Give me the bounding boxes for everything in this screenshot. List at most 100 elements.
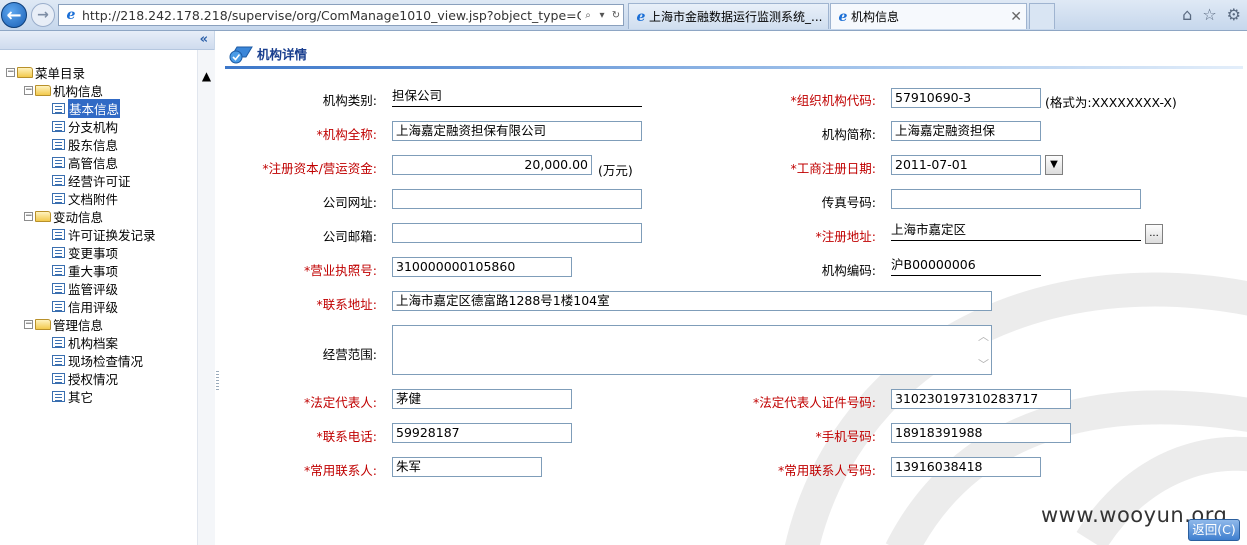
folder-icon <box>35 210 51 222</box>
browse-address-button[interactable]: ... <box>1145 224 1163 244</box>
page-icon <box>52 174 65 186</box>
org-code-field[interactable]: 57910690-3 <box>891 88 1041 108</box>
main-panel: 机构详情 机构类别: 担保公司 *组织机构代码: 57910690-3 (格式为… <box>221 31 1247 545</box>
org-type-value: 担保公司 <box>392 87 642 107</box>
short-name-field[interactable]: 上海嘉定融资担保 <box>891 121 1041 141</box>
sidebar-menu-item[interactable]: 重大事项 <box>6 261 156 279</box>
mobile-field[interactable]: 18918391988 <box>891 423 1071 443</box>
sidebar-menu-item[interactable]: 文档附件 <box>6 189 156 207</box>
ie-tab-icon: e <box>838 8 848 25</box>
capital-unit: (万元) <box>598 163 633 178</box>
page-icon <box>52 246 65 258</box>
sidebar-menu-item[interactable]: 分支机构 <box>6 117 156 135</box>
collapse-toggle-icon[interactable]: − <box>24 211 33 221</box>
tree-root[interactable]: − 菜单目录 <box>6 63 156 81</box>
date-picker-button[interactable]: ▼ <box>1045 155 1063 175</box>
sidebar-scrollbar[interactable]: ▲ <box>197 50 215 545</box>
website-field[interactable] <box>392 189 642 209</box>
page-icon <box>52 102 65 114</box>
header-underline <box>225 66 1243 69</box>
phone-field[interactable]: 59928187 <box>392 423 572 443</box>
contact-phone-label: *常用联系人号码: <box>778 463 876 478</box>
collapse-toggle-icon[interactable]: − <box>6 67 15 77</box>
sidebar-menu-item-label: 其它 <box>68 389 94 405</box>
tree-group-label: 机构信息 <box>53 83 104 99</box>
capital-field[interactable]: 20,000.00 <box>392 155 592 175</box>
menu-tree: − 菜单目录 − 机构信息 基本信息 分支机构 股东信息 高管信息 经营许可证 文档附件 − 变动… <box>6 63 156 405</box>
license-no-field[interactable]: 310000000105860 <box>392 257 572 277</box>
collapse-toggle-icon[interactable]: − <box>24 85 33 95</box>
gear-icon[interactable]: ⚙ <box>1227 5 1241 24</box>
legal-rep-label: *法定代表人: <box>304 395 377 410</box>
home-icon[interactable]: ⌂ <box>1182 5 1192 24</box>
page-icon <box>52 300 65 312</box>
collapse-toggle-icon[interactable]: − <box>24 319 33 329</box>
reg-date-field[interactable]: 2011-07-01 <box>891 155 1041 175</box>
page-icon <box>52 354 65 366</box>
sidebar-menu-item[interactable]: 信用评级 <box>6 297 156 315</box>
collapse-icon[interactable]: « <box>200 32 208 47</box>
legal-rep-id-label: *法定代表人证件号码: <box>753 395 876 410</box>
tree-group[interactable]: − 机构信息 <box>6 81 156 99</box>
tree-group[interactable]: − 管理信息 <box>6 315 156 333</box>
sidebar-menu-item[interactable]: 经营许可证 <box>6 171 156 189</box>
scroll-down-icon[interactable]: ﹀ <box>978 356 989 372</box>
org-number-value: 沪B00000006 <box>891 256 1041 276</box>
address-bar[interactable]: e http://218.242.178.218/supervise/org/C… <box>58 4 624 26</box>
tree-group-label: 管理信息 <box>53 317 104 333</box>
sidebar-menu-item[interactable]: 现场检查情况 <box>6 351 156 369</box>
fax-field[interactable] <box>891 189 1141 209</box>
sidebar-menu-item[interactable]: 许可证换发记录 <box>6 225 156 243</box>
full-name-field[interactable]: 上海嘉定融资担保有限公司 <box>392 121 642 141</box>
sidebar-menu-item[interactable]: 高管信息 <box>6 153 156 171</box>
reg-address-value: 上海市嘉定区 <box>891 221 1141 241</box>
folder-icon <box>17 66 33 78</box>
page-icon <box>52 336 65 348</box>
sidebar-menu-item-label: 现场检查情况 <box>68 353 144 369</box>
ie-tab-icon: e <box>636 8 646 25</box>
sidebar-menu-item-label: 许可证换发记录 <box>68 227 156 243</box>
page-icon <box>52 282 65 294</box>
new-tab-button[interactable] <box>1029 3 1055 29</box>
search-icon[interactable]: ⌕ <box>581 10 595 21</box>
sidebar-header: « <box>0 31 214 50</box>
back-button[interactable]: ← <box>1 2 27 28</box>
sidebar: « − 菜单目录 − 机构信息 基本信息 分支机构 股东信息 高管信息 经营许可证 文档附件 −… <box>0 31 215 545</box>
sidebar-menu-item-label: 基本信息 <box>68 98 121 118</box>
page-title: 机构详情 <box>257 47 308 62</box>
scroll-up-icon[interactable]: ▲ <box>198 69 215 83</box>
legal-rep-field[interactable]: 茅健 <box>392 389 572 409</box>
tree-group[interactable]: − 变动信息 <box>6 207 156 225</box>
close-tab-icon[interactable]: ✕ <box>1010 9 1022 25</box>
sidebar-menu-item-label: 变更事项 <box>68 245 119 261</box>
favorites-icon[interactable]: ☆ <box>1202 5 1216 24</box>
sidebar-menu-item[interactable]: 监管评级 <box>6 279 156 297</box>
address-url[interactable]: http://218.242.178.218/supervise/org/Com… <box>82 8 581 23</box>
sidebar-menu-item[interactable]: 其它 <box>6 387 156 405</box>
contact-phone-field[interactable]: 13916038418 <box>891 457 1041 477</box>
dropdown-icon[interactable]: ▾ <box>595 10 609 21</box>
return-button[interactable]: 返回(C) <box>1188 519 1240 541</box>
legal-rep-id-field[interactable]: 310230197310283717 <box>891 389 1071 409</box>
sidebar-menu-item[interactable]: 变更事项 <box>6 243 156 261</box>
tab-org-info[interactable]: e 机构信息 ✕ <box>830 3 1027 29</box>
reg-date-label: *工商注册日期: <box>790 161 876 176</box>
contact-field[interactable]: 朱军 <box>392 457 542 477</box>
sidebar-menu-item-label: 机构档案 <box>68 335 119 351</box>
sidebar-menu-item[interactable]: 股东信息 <box>6 135 156 153</box>
sidebar-menu-item[interactable]: 基本信息 <box>6 98 156 118</box>
refresh-icon[interactable]: ↻ <box>609 10 623 21</box>
page-icon <box>52 156 65 168</box>
scroll-up-icon[interactable]: ︿ <box>978 328 989 344</box>
address-field[interactable]: 上海市嘉定区德富路1288号1楼104室 <box>392 291 992 311</box>
short-name-label: 机构简称: <box>821 127 876 142</box>
tab-monitoring-system[interactable]: e 上海市金融数据运行监测系统_... <box>628 3 829 29</box>
forward-button[interactable]: → <box>31 3 55 27</box>
sidebar-menu-item[interactable]: 机构档案 <box>6 333 156 351</box>
fax-label: 传真号码: <box>821 195 876 210</box>
scope-textarea[interactable]: ︿ ﹀ <box>392 325 992 375</box>
email-field[interactable] <box>392 223 642 243</box>
folder-icon <box>35 318 51 330</box>
sidebar-menu-item[interactable]: 授权情况 <box>6 369 156 387</box>
mobile-label: *手机号码: <box>815 429 876 444</box>
